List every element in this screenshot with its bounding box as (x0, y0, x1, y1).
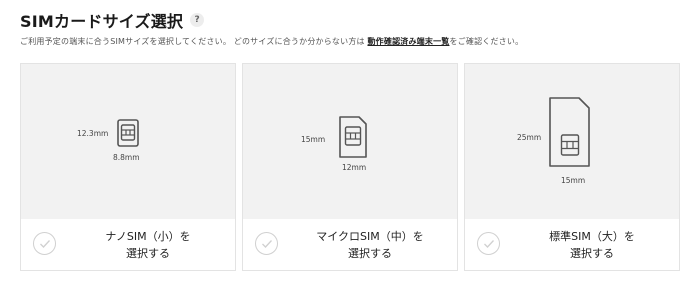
sim-illustration-area: 25mm 15mm (465, 64, 679, 219)
check-circle-icon[interactable] (477, 232, 500, 255)
option-label-line2: 選択する (348, 247, 392, 260)
nano-width-label: 8.8mm (113, 153, 140, 162)
description-text: ご利用予定の端末に合うSIMサイズを選択してください。 どのサイズに合うか分から… (20, 37, 368, 46)
help-icon[interactable]: ? (190, 13, 205, 27)
option-label-line2: 選択する (570, 247, 614, 260)
option-footer: 標準SIM（大）を 選択する (465, 219, 679, 270)
sim-illustration-area: 15mm 12mm (243, 64, 457, 219)
nano-height-label: 12.3mm (77, 129, 109, 138)
option-label-line1: マイクロSIM（中）を (316, 230, 424, 243)
section-description: ご利用予定の端末に合うSIMサイズを選択してください。 どのサイズに合うか分から… (20, 36, 523, 47)
check-circle-icon[interactable] (255, 232, 278, 255)
section-header: SIMカードサイズ選択 ? (20, 8, 205, 32)
sim-size-options: 12.3mm 8.8mm ナノSIM（小）を 選択する 15mm 12mm マイ… (20, 63, 680, 271)
standard-width-label: 15mm (561, 176, 586, 185)
micro-height-label: 15mm (301, 135, 326, 144)
option-label: マイクロSIM（中）を 選択する (283, 228, 457, 262)
standard-sim-icon (549, 97, 590, 167)
check-circle-icon[interactable] (33, 232, 56, 255)
sim-illustration-area: 12.3mm 8.8mm (21, 64, 235, 219)
sim-option-micro[interactable]: 15mm 12mm マイクロSIM（中）を 選択する (242, 63, 458, 271)
nano-sim-icon (117, 119, 139, 147)
sim-option-standard[interactable]: 25mm 15mm 標準SIM（大）を 選択する (464, 63, 680, 271)
option-label-line2: 選択する (126, 247, 170, 260)
description-suffix: をご確認ください。 (449, 37, 524, 46)
sim-option-nano[interactable]: 12.3mm 8.8mm ナノSIM（小）を 選択する (20, 63, 236, 271)
option-label-line1: ナノSIM（小）を (105, 230, 191, 243)
section-title: SIMカードサイズ選択 (20, 12, 184, 31)
supported-devices-link[interactable]: 動作確認済み端末一覧 (367, 37, 449, 46)
micro-sim-icon (339, 116, 367, 158)
micro-width-label: 12mm (342, 163, 367, 172)
standard-height-label: 25mm (517, 133, 542, 142)
option-label: ナノSIM（小）を 選択する (61, 228, 235, 262)
option-footer: ナノSIM（小）を 選択する (21, 219, 235, 270)
option-label: 標準SIM（大）を 選択する (505, 228, 679, 262)
option-footer: マイクロSIM（中）を 選択する (243, 219, 457, 270)
option-label-line1: 標準SIM（大）を (549, 230, 635, 243)
